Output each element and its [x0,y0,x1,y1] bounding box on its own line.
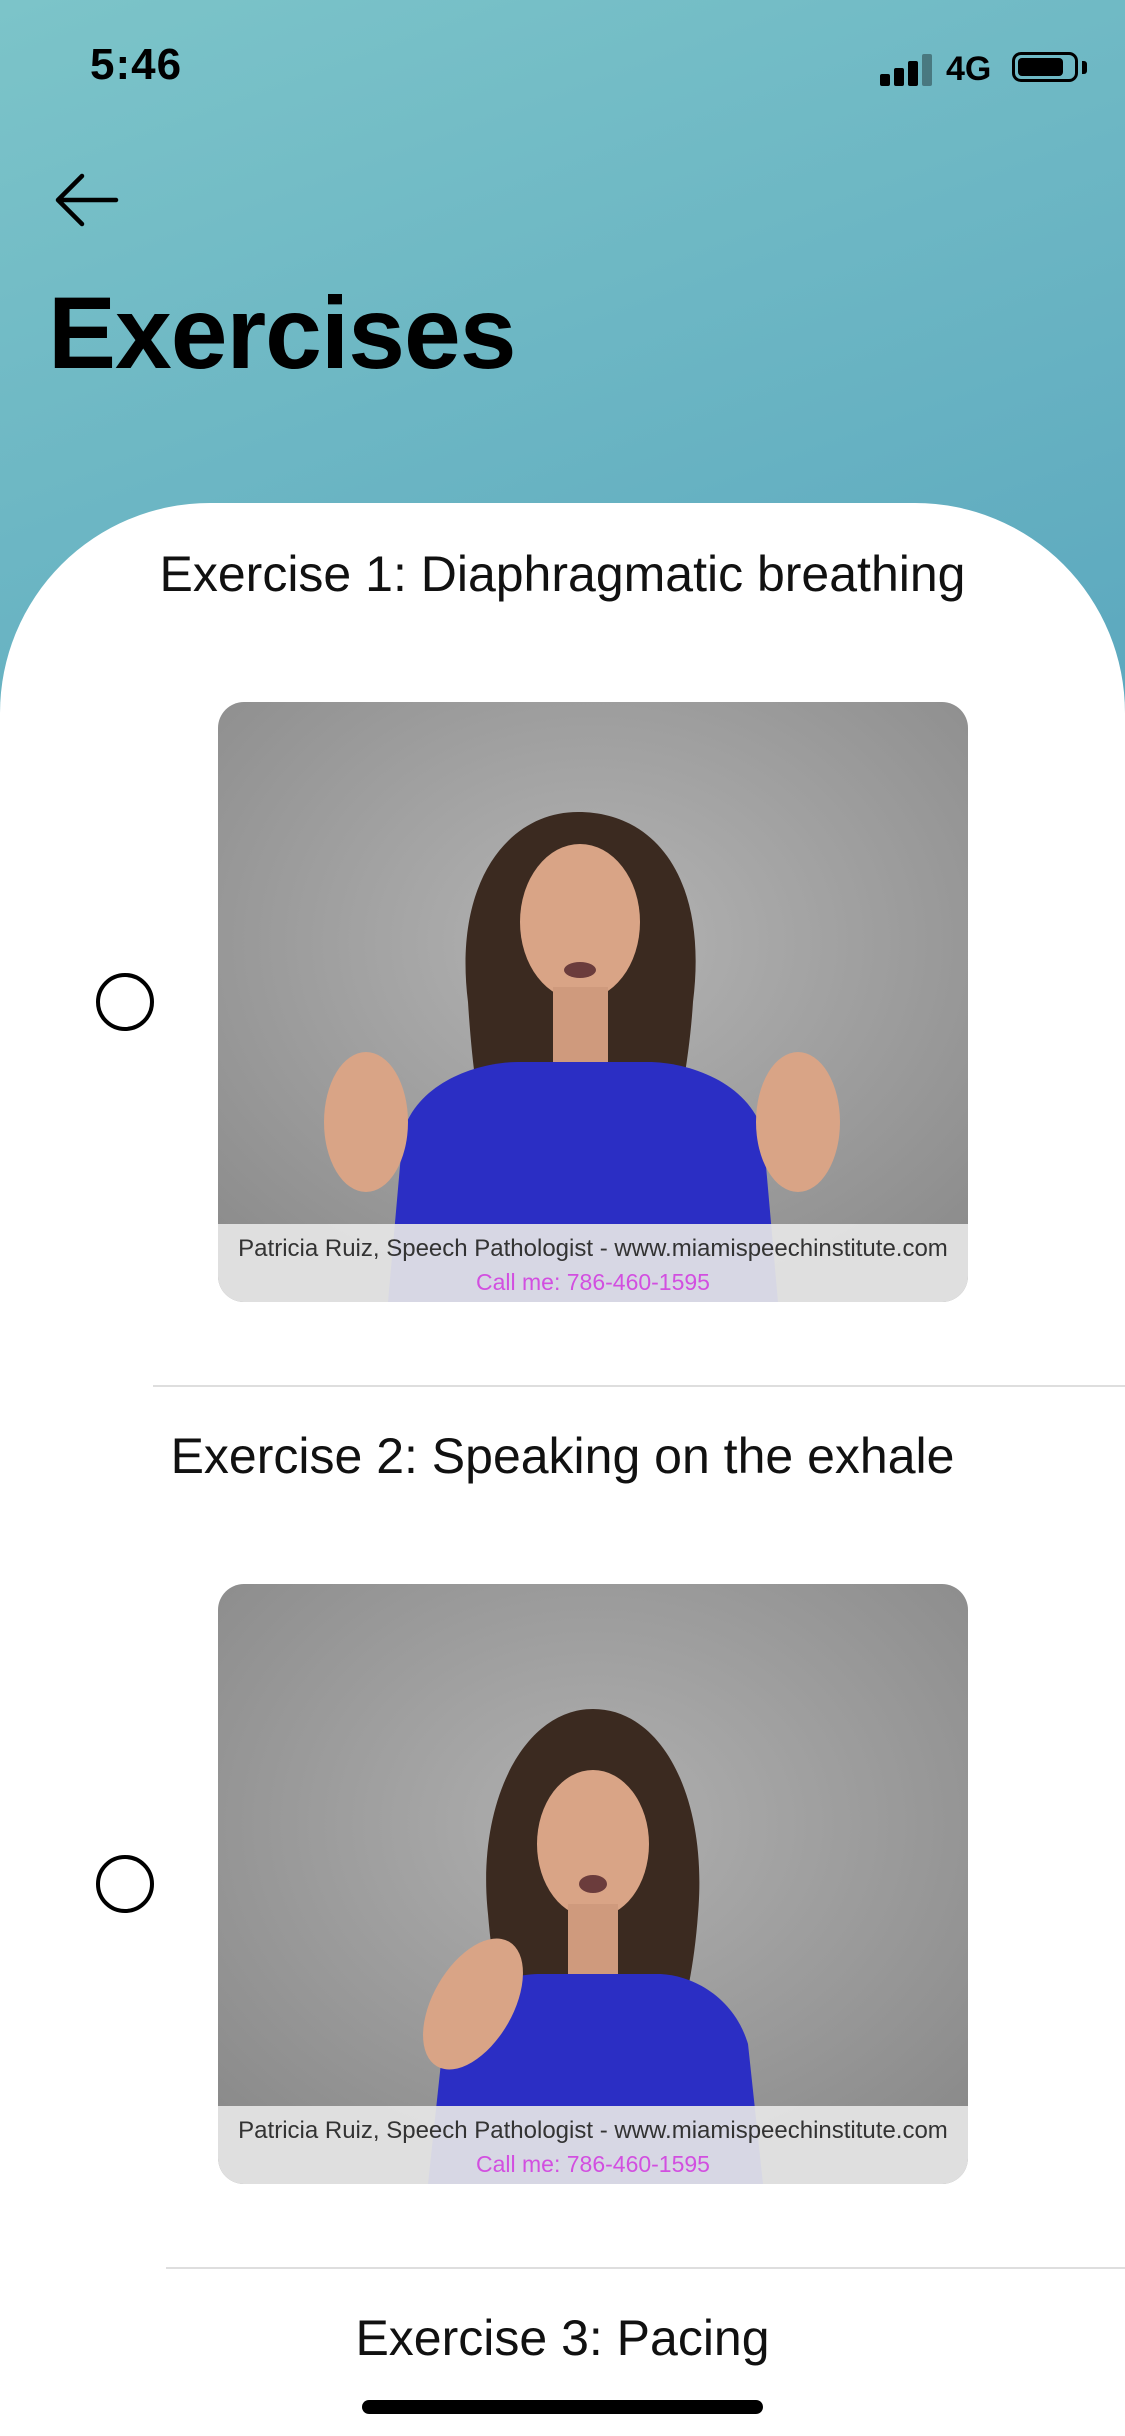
video-caption-line1: Patricia Ruiz, Speech Pathologist - www.… [238,1235,948,1262]
arrow-left-icon [55,173,119,227]
exercise-2-video-thumbnail[interactable]: Patricia Ruiz, Speech Pathologist - www.… [218,1584,968,2184]
status-bar: 5:46 4G [0,0,1125,140]
exercise-2-title: Exercise 2: Speaking on the exhale [170,1428,955,1484]
status-time: 5:46 [90,40,183,89]
divider [166,2267,1125,2269]
video-caption-line2: Call me: 786-460-1595 [476,2151,710,2177]
exercise-2-completion-checkbox[interactable] [96,1855,154,1913]
network-type: 4G [946,50,992,88]
exercise-3-title: Exercise 3: Pacing [355,2310,770,2366]
exercise-1-completion-checkbox[interactable] [96,973,154,1031]
back-button[interactable] [50,165,130,235]
divider [153,1385,1125,1387]
exercise-1-title: Exercise 1: Diaphragmatic breathing [159,546,966,602]
exercise-1-video-thumbnail[interactable]: Patricia Ruiz, Speech Pathologist - www.… [218,702,968,1302]
video-frame: Patricia Ruiz, Speech Pathologist - www.… [218,702,968,1302]
home-indicator[interactable] [362,2400,763,2414]
battery-cap [1082,61,1087,74]
video-caption-line2: Call me: 786-460-1595 [476,1269,710,1295]
battery-icon [1012,52,1078,82]
video-caption-line1: Patricia Ruiz, Speech Pathologist - www.… [238,2117,948,2144]
cellular-signal-icon [880,52,934,86]
video-frame: Patricia Ruiz, Speech Pathologist - www.… [218,1584,968,2184]
page-title: Exercises [48,276,516,390]
